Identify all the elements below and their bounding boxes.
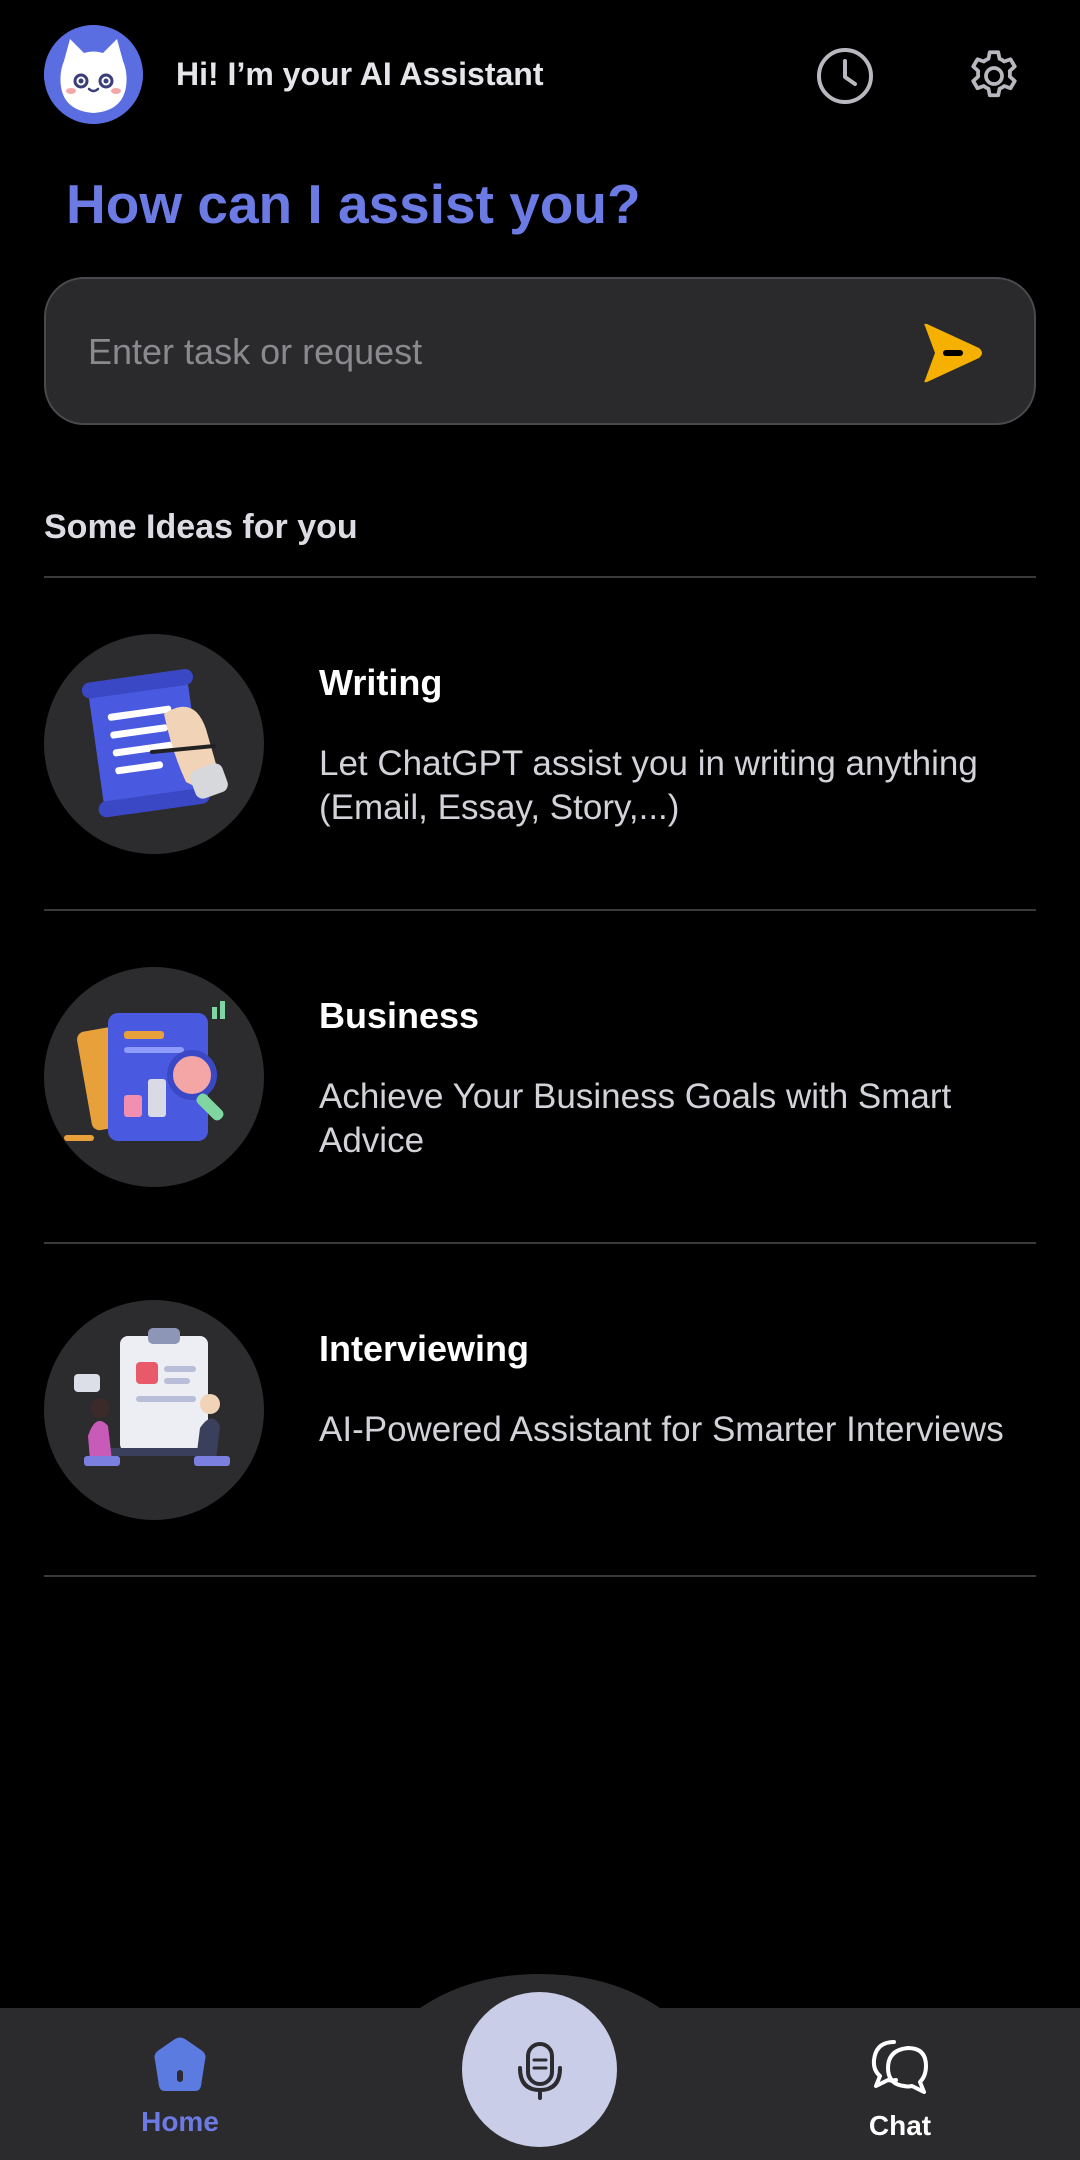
divider xyxy=(44,1242,1036,1244)
nav-chat[interactable]: Chat xyxy=(800,2036,1000,2142)
cat-face-icon[interactable] xyxy=(44,25,143,124)
home-icon xyxy=(154,2037,206,2091)
divider xyxy=(44,1575,1036,1577)
send-button[interactable] xyxy=(914,315,990,391)
idea-title: Interviewing xyxy=(319,1328,530,1369)
microphone-icon xyxy=(517,2041,562,2100)
idea-description: AI-Powered Assistant for Smarter Intervi… xyxy=(319,1410,1004,1449)
divider xyxy=(44,576,1036,578)
nav-home-label: Home xyxy=(141,2106,219,2137)
task-input-box xyxy=(44,277,1036,425)
scroll-writing-icon xyxy=(44,634,264,854)
history-button[interactable] xyxy=(813,44,877,108)
idea-description: Achieve Your Business Goals with Smart A… xyxy=(319,1077,952,1160)
microphone-button[interactable] xyxy=(462,1992,617,2147)
nav-home[interactable]: Home xyxy=(80,2036,280,2138)
idea-description: Let ChatGPT assist you in writing anythi… xyxy=(319,744,978,827)
settings-button[interactable] xyxy=(962,44,1026,108)
chat-bubbles-icon xyxy=(871,2040,928,2094)
idea-title: Business xyxy=(319,995,480,1036)
ideas-section-title: Some Ideas for you xyxy=(44,508,358,546)
divider xyxy=(44,909,1036,911)
gear-icon xyxy=(971,50,1017,98)
idea-item-interviewing[interactable]: Interviewing AI-Powered Assistant for Sm… xyxy=(0,1246,1080,1576)
nav-chat-label: Chat xyxy=(868,2110,932,2141)
clock-icon xyxy=(817,48,873,104)
send-arrow-icon xyxy=(924,323,982,383)
greeting-text: Hi! I’m your AI Assistant xyxy=(176,56,544,92)
business-chart-icon xyxy=(44,967,264,1187)
idea-item-writing[interactable]: Writing Let ChatGPT assist you in writin… xyxy=(0,580,1080,910)
idea-item-business[interactable]: Business Achieve Your Business Goals wit… xyxy=(0,913,1080,1243)
task-input[interactable] xyxy=(88,319,908,385)
idea-title: Writing xyxy=(319,662,443,703)
interview-meeting-icon xyxy=(44,1300,264,1520)
app-header: Hi! I’m your AI Assistant xyxy=(0,0,1080,150)
page-title: How can I assist you? xyxy=(66,173,641,235)
